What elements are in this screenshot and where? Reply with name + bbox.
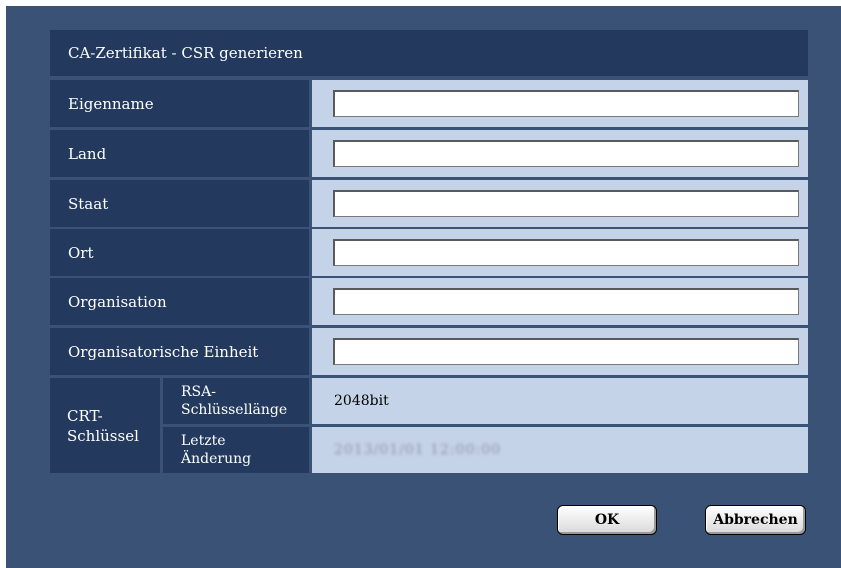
eigenname-cell (312, 80, 808, 127)
row-organisation: Organisation (50, 278, 808, 325)
ort-label: Ort (50, 229, 309, 276)
organisatorische-einheit-input[interactable] (333, 338, 799, 365)
last-modified-value-cell: 2013/01/01 12:00:00 (312, 427, 808, 473)
crt-key-label-line1: CRT- (67, 406, 103, 425)
organisation-label: Organisation (50, 278, 309, 325)
row-staat: Staat (50, 180, 808, 227)
last-modified-value: 2013/01/01 12:00:00 (334, 442, 502, 458)
ort-input[interactable] (333, 239, 799, 266)
ok-button[interactable]: OK (557, 505, 657, 535)
eigenname-input[interactable] (333, 90, 799, 117)
row-eigenname: Eigenname (50, 80, 808, 127)
land-input[interactable] (333, 140, 799, 167)
last-modified-label-line1: Letzte (181, 433, 226, 449)
rsa-key-length-value: 2048bit (312, 378, 808, 424)
organisatorische-einheit-cell (312, 328, 808, 375)
last-modified-label-line2: Änderung (181, 451, 252, 467)
eigenname-label: Eigenname (50, 80, 309, 127)
rsa-key-length-label: RSA- Schlüssellänge (163, 378, 309, 424)
rsa-key-length-label-line2: Schlüssellänge (181, 402, 288, 418)
cancel-button[interactable]: Abbrechen (705, 505, 806, 535)
row-land: Land (50, 130, 808, 177)
last-modified-label: Letzte Änderung (163, 427, 309, 473)
crt-key-label-line2: Schlüssel (67, 426, 139, 445)
row-organisatorische-einheit: Organisatorische Einheit (50, 328, 808, 375)
organisatorische-einheit-label: Organisatorische Einheit (50, 328, 309, 375)
staat-input[interactable] (333, 190, 799, 217)
rsa-key-length-label-line1: RSA- (181, 384, 216, 400)
ort-cell (312, 229, 808, 276)
land-cell (312, 130, 808, 177)
row-ort: Ort (50, 229, 808, 276)
crt-key-label: CRT- Schlüssel (50, 378, 160, 473)
organisation-cell (312, 278, 808, 325)
organisation-input[interactable] (333, 288, 799, 315)
staat-cell (312, 180, 808, 227)
dialog-title: CA-Zertifikat - CSR generieren (50, 30, 808, 76)
land-label: Land (50, 130, 309, 177)
staat-label: Staat (50, 180, 309, 227)
